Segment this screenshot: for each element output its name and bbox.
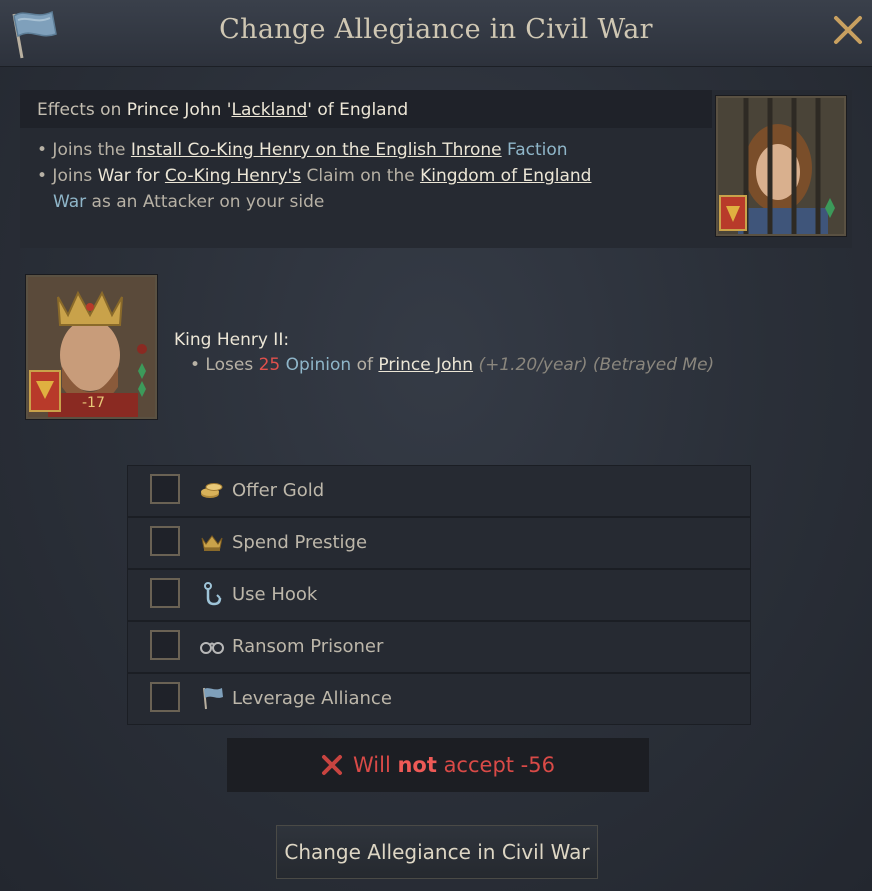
shackles-icon xyxy=(200,642,224,654)
henry-effect-block: -17 King Henry II: • Loses 25 Opinion of… xyxy=(20,275,852,430)
option-ransom-prisoner[interactable]: Ransom Prisoner xyxy=(128,622,750,674)
character-name: Prince John ' xyxy=(126,100,232,120)
effects-prefix: Effects on xyxy=(37,100,127,120)
effect-bullet-war-line2: War as an Attacker on your side xyxy=(53,192,324,212)
nickname-link[interactable]: Lackland xyxy=(231,100,307,120)
effects-panel: Effects on Prince John 'Lackland' of Eng… xyxy=(20,90,852,248)
bullet-prefix: • Joins xyxy=(37,166,98,186)
use-hook-checkbox[interactable] xyxy=(150,578,180,608)
attacker-text: as an Attacker on your side xyxy=(86,192,325,212)
effect-bullet-faction: • Joins the Install Co-King Henry on the… xyxy=(37,140,568,160)
opinion-note: (+1.20/year) (Betrayed Me) xyxy=(473,355,715,375)
gold-coins-icon xyxy=(201,483,223,498)
effects-header: Effects on Prince John 'Lackland' of Eng… xyxy=(20,90,712,128)
verdict-pre: Will xyxy=(352,753,398,777)
prince-john-link[interactable]: Prince John xyxy=(378,355,473,375)
king-henry-portrait[interactable]: -17 xyxy=(26,275,157,419)
options-list: Offer Gold Spend Prestige Use Hook Ranso… xyxy=(127,465,751,725)
faction-link[interactable]: Install Co-King Henry on the English Thr… xyxy=(131,140,502,160)
portrait-badge: -17 xyxy=(82,395,105,411)
war-for: War for xyxy=(97,166,165,186)
ransom-prisoner-label: Ransom Prisoner xyxy=(232,636,384,657)
window-title: Change Allegiance in Civil War xyxy=(219,14,653,45)
co-king-link[interactable]: Co-King Henry's xyxy=(165,166,301,186)
opinion-word: Opinion xyxy=(280,355,352,375)
use-hook-label: Use Hook xyxy=(232,584,318,605)
offer-gold-checkbox[interactable] xyxy=(150,474,180,504)
spend-prestige-label: Spend Prestige xyxy=(232,532,368,553)
titlebar: Change Allegiance in Civil War xyxy=(0,0,872,67)
acceptance-verdict: Will not accept -56 xyxy=(227,738,649,792)
bullet-prefix: • Loses xyxy=(190,355,259,375)
claim-text: Claim on the xyxy=(301,166,421,186)
ransom-prisoner-checkbox[interactable] xyxy=(150,630,180,660)
option-spend-prestige[interactable]: Spend Prestige xyxy=(128,518,750,570)
faction-word: Faction xyxy=(501,140,568,160)
prince-john-portrait[interactable] xyxy=(716,96,846,236)
offer-gold-label: Offer Gold xyxy=(232,480,325,501)
spend-prestige-checkbox[interactable] xyxy=(150,526,180,556)
opinion-amount: 25 xyxy=(258,355,281,375)
banner-icon xyxy=(203,687,223,710)
effects-title: Effects on Prince John 'Lackland' of Eng… xyxy=(37,100,408,120)
effect-bullet-war: • Joins War for Co-King Henry's Claim on… xyxy=(37,166,591,186)
verdict-bold: not xyxy=(397,753,437,777)
option-offer-gold[interactable]: Offer Gold xyxy=(128,466,750,518)
change-allegiance-button[interactable]: Change Allegiance in Civil War xyxy=(276,825,598,879)
leverage-alliance-label: Leverage Alliance xyxy=(232,688,392,709)
crown-icon xyxy=(201,535,223,551)
hook-icon xyxy=(204,582,222,606)
bullet-prefix: • Joins the xyxy=(37,140,131,160)
red-x-icon xyxy=(321,755,342,775)
verdict-post: accept -56 xyxy=(436,753,555,777)
option-leverage-alliance[interactable]: Leverage Alliance xyxy=(128,674,750,724)
leverage-alliance-checkbox[interactable] xyxy=(150,682,180,712)
henry-name: King Henry II: xyxy=(174,330,290,350)
change-allegiance-window: Change Allegiance in Civil War Effects o… xyxy=(0,0,872,891)
close-icon[interactable] xyxy=(832,14,864,46)
of-word: of xyxy=(351,355,379,375)
verdict-text: Will not accept -56 xyxy=(353,753,555,777)
option-use-hook[interactable]: Use Hook xyxy=(128,570,750,622)
prince-john-image xyxy=(718,98,844,234)
kingdom-link[interactable]: Kingdom of England xyxy=(420,166,591,186)
war-word: War xyxy=(53,192,87,212)
character-title: ' of England xyxy=(307,100,409,120)
henry-opinion-line: • Loses 25 Opinion of Prince John (+1.20… xyxy=(190,355,714,375)
